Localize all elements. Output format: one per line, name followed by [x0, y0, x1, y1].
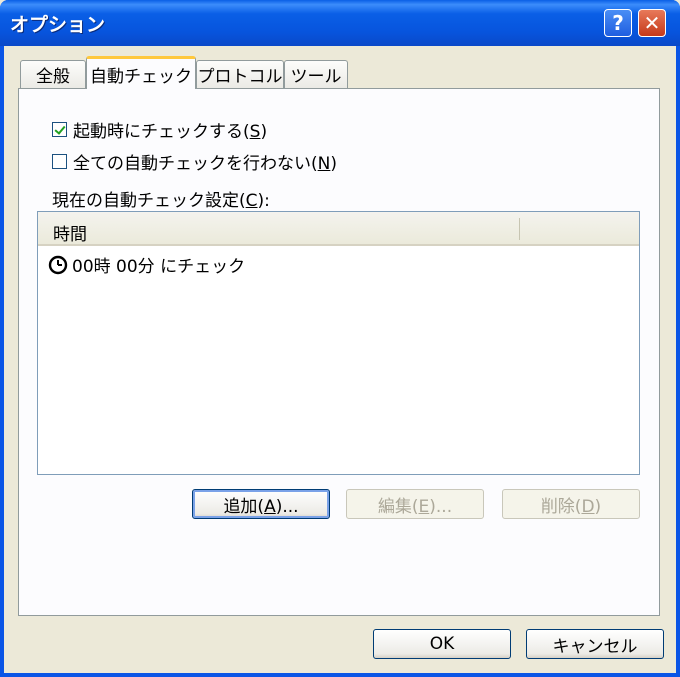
schedule-list[interactable]: 時間 00時 00分 にチェック	[37, 211, 640, 475]
ok-button[interactable]: OK	[373, 629, 511, 659]
tab-autocheck[interactable]: 自動チェック	[86, 56, 196, 89]
help-icon: ?	[612, 11, 624, 35]
tab-label: 自動チェック	[90, 66, 192, 87]
disable-all-option[interactable]: 全ての自動チェックを行わない(N)	[52, 149, 337, 174]
cancel-button-label: キャンセル	[552, 636, 638, 657]
close-button[interactable]: ✕	[638, 9, 666, 37]
edit-button-label: 編集(E)...	[377, 496, 453, 517]
window-title: オプション	[10, 14, 106, 36]
tab-general[interactable]: 全般	[20, 60, 86, 88]
help-button[interactable]: ?	[604, 9, 632, 37]
clock-icon	[48, 255, 68, 274]
add-button-label: 追加(A)...	[223, 496, 299, 517]
title-bar[interactable]: オプション ? ✕	[0, 0, 680, 46]
tab-tools[interactable]: ツール	[284, 60, 348, 88]
list-item-text: 00時 00分 にチェック	[72, 257, 246, 277]
disable-all-checkbox[interactable]	[52, 154, 67, 169]
current-settings-label: 現在の自動チェック設定(C):	[52, 191, 270, 211]
ok-button-label: OK	[429, 634, 455, 654]
list-item[interactable]: 00時 00分 にチェック	[48, 252, 245, 277]
disable-all-label: 全ての自動チェックを行わない(N)	[73, 154, 337, 174]
delete-button-label: 削除(D)	[540, 496, 602, 517]
startup-check-option[interactable]: 起動時にチェックする(S)	[52, 117, 267, 142]
tab-label: プロトコル	[197, 67, 283, 87]
column-header-time[interactable]: 時間	[53, 220, 87, 245]
tab-label: ツール	[290, 67, 342, 87]
close-icon: ✕	[643, 11, 661, 35]
cancel-button[interactable]: キャンセル	[526, 629, 664, 659]
edit-button[interactable]: 編集(E)...	[346, 489, 484, 519]
delete-button[interactable]: 削除(D)	[502, 489, 640, 519]
add-button[interactable]: 追加(A)...	[192, 489, 330, 519]
list-header: 時間	[38, 212, 639, 246]
startup-check-checkbox[interactable]	[52, 122, 67, 137]
startup-check-label: 起動時にチェックする(S)	[73, 122, 268, 142]
tab-protocol[interactable]: プロトコル	[196, 60, 284, 88]
tab-label: 全般	[36, 67, 70, 87]
column-separator[interactable]	[519, 218, 520, 240]
